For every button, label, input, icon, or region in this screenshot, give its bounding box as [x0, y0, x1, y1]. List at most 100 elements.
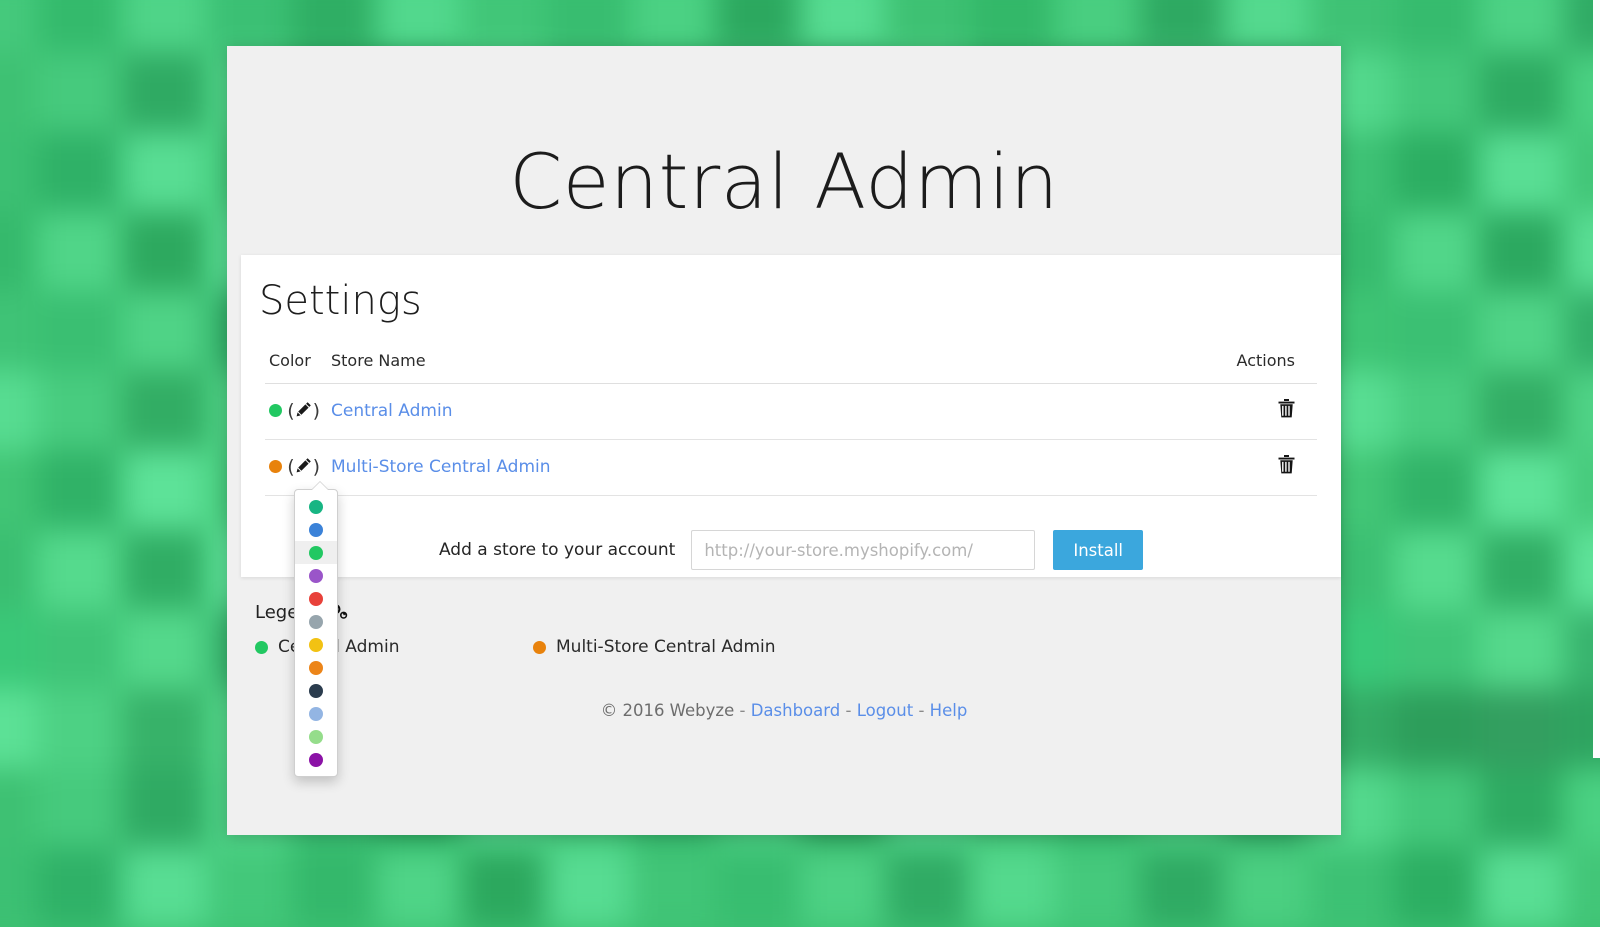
mosaic-tile	[1478, 689, 1563, 769]
color-swatch	[309, 638, 323, 652]
settings-heading: Settings	[241, 255, 1341, 321]
color-picker-list	[295, 495, 337, 771]
mosaic-tile	[1394, 53, 1479, 132]
mosaic-tile	[1309, 848, 1394, 927]
footer: © 2016 Webyze - Dashboard - Logout - Hel…	[227, 701, 1341, 720]
mosaic-tile	[1224, 848, 1309, 927]
mosaic-tile	[1478, 0, 1563, 53]
mosaic-tile	[0, 848, 37, 927]
table-row: ()Multi-Store Central Admin	[265, 440, 1317, 496]
color-swatch-option-violet[interactable]	[295, 748, 337, 771]
mosaic-tile	[461, 0, 546, 53]
stores-table-header-row: Color Store Name Actions	[265, 351, 1317, 384]
mosaic-tile	[122, 212, 207, 291]
mosaic-tile	[122, 450, 207, 530]
paren-open: (	[287, 400, 294, 422]
mosaic-tile	[1139, 848, 1224, 927]
mosaic-tile	[376, 0, 461, 53]
stores-table-head: Color Store Name Actions	[265, 351, 1317, 384]
pencil-icon[interactable]	[295, 457, 313, 477]
mosaic-tile	[1478, 530, 1563, 610]
mosaic-tile	[1394, 689, 1479, 769]
store-url-input[interactable]	[691, 530, 1035, 570]
footer-link-help[interactable]: Help	[930, 701, 968, 720]
color-swatch-option-light-blue[interactable]	[295, 702, 337, 725]
add-store-label: Add a store to your account	[439, 540, 675, 560]
mosaic-tile	[1394, 212, 1479, 291]
pencil-icon[interactable]	[295, 401, 313, 421]
mosaic-tile	[0, 53, 37, 132]
mosaic-tile	[1394, 530, 1479, 610]
footer-copyright: © 2016 Webyze	[601, 701, 735, 720]
color-swatch-option-light-green[interactable]	[295, 725, 337, 748]
color-swatch-option-red[interactable]	[295, 587, 337, 610]
mosaic-tile	[1394, 0, 1479, 53]
mosaic-tile	[37, 291, 122, 371]
mosaic-tile	[0, 132, 37, 212]
store-color-dot[interactable]	[269, 460, 282, 473]
footer-link-logout[interactable]: Logout	[857, 701, 914, 720]
mosaic-tile	[1478, 848, 1563, 927]
trash-icon[interactable]	[1278, 455, 1295, 479]
mosaic-tile	[1478, 53, 1563, 132]
cell-actions	[1053, 440, 1317, 496]
color-swatch-option-gray[interactable]	[295, 610, 337, 633]
color-swatch-option-blue[interactable]	[295, 518, 337, 541]
mosaic-tile	[0, 768, 37, 848]
color-swatch	[309, 592, 323, 606]
mosaic-tile	[461, 848, 546, 927]
cell-actions	[1053, 384, 1317, 440]
trash-icon[interactable]	[1278, 399, 1295, 423]
paren-close: )	[313, 456, 320, 478]
mosaic-tile	[37, 609, 122, 689]
color-swatch	[309, 730, 323, 744]
cell-store-name: Multi-Store Central Admin	[331, 440, 1053, 496]
dropdown-caret-inner	[312, 482, 328, 490]
mosaic-tile	[376, 848, 461, 927]
legend-item: Multi-Store Central Admin	[533, 637, 776, 657]
mosaic-tile	[1478, 371, 1563, 451]
mosaic-tile	[715, 848, 800, 927]
settings-card: Settings Color Store Name Actions () Cent…	[241, 255, 1341, 577]
color-picker-dropdown[interactable]	[294, 489, 338, 777]
mosaic-tile	[37, 132, 122, 212]
mosaic-tile	[630, 0, 715, 53]
mosaic-tile	[1139, 0, 1224, 53]
mosaic-tile	[37, 530, 122, 610]
color-swatch-option-teal[interactable]	[295, 495, 337, 518]
mosaic-tile	[122, 609, 207, 689]
store-name-link[interactable]: Multi-Store Central Admin	[331, 457, 551, 477]
mosaic-tile	[800, 0, 885, 53]
mosaic-tile	[0, 371, 37, 451]
mosaic-tile	[1309, 0, 1394, 53]
mosaic-tile	[1394, 609, 1479, 689]
color-swatch-option-green[interactable]	[295, 541, 337, 564]
mosaic-tile	[122, 132, 207, 212]
legend-items: Central AdminMulti-Store Central Admin	[241, 637, 1341, 657]
color-swatch	[309, 684, 323, 698]
footer-link-dashboard[interactable]: Dashboard	[751, 701, 841, 720]
mosaic-tile	[970, 0, 1055, 53]
mosaic-tile	[122, 689, 207, 769]
add-store-row: Add a store to your account Install	[241, 530, 1341, 570]
mosaic-tile	[715, 0, 800, 53]
mosaic-tile	[122, 0, 207, 53]
color-swatch	[309, 523, 323, 537]
mosaic-tile	[122, 848, 207, 927]
color-swatch-option-dark-navy[interactable]	[295, 679, 337, 702]
color-swatch	[309, 569, 323, 583]
color-swatch	[309, 753, 323, 767]
mosaic-tile	[1478, 450, 1563, 530]
mosaic-tile	[37, 848, 122, 927]
color-swatch-option-orange[interactable]	[295, 656, 337, 679]
mosaic-tile	[0, 689, 37, 769]
install-button[interactable]: Install	[1053, 530, 1143, 570]
color-swatch-option-purple[interactable]	[295, 564, 337, 587]
mosaic-tile	[37, 212, 122, 291]
color-swatch	[309, 546, 323, 560]
store-color-dot[interactable]	[269, 404, 282, 417]
store-name-link[interactable]: Central Admin	[331, 401, 452, 421]
footer-separator-2: -	[845, 701, 851, 720]
mosaic-tile	[122, 291, 207, 371]
color-swatch-option-yellow[interactable]	[295, 633, 337, 656]
